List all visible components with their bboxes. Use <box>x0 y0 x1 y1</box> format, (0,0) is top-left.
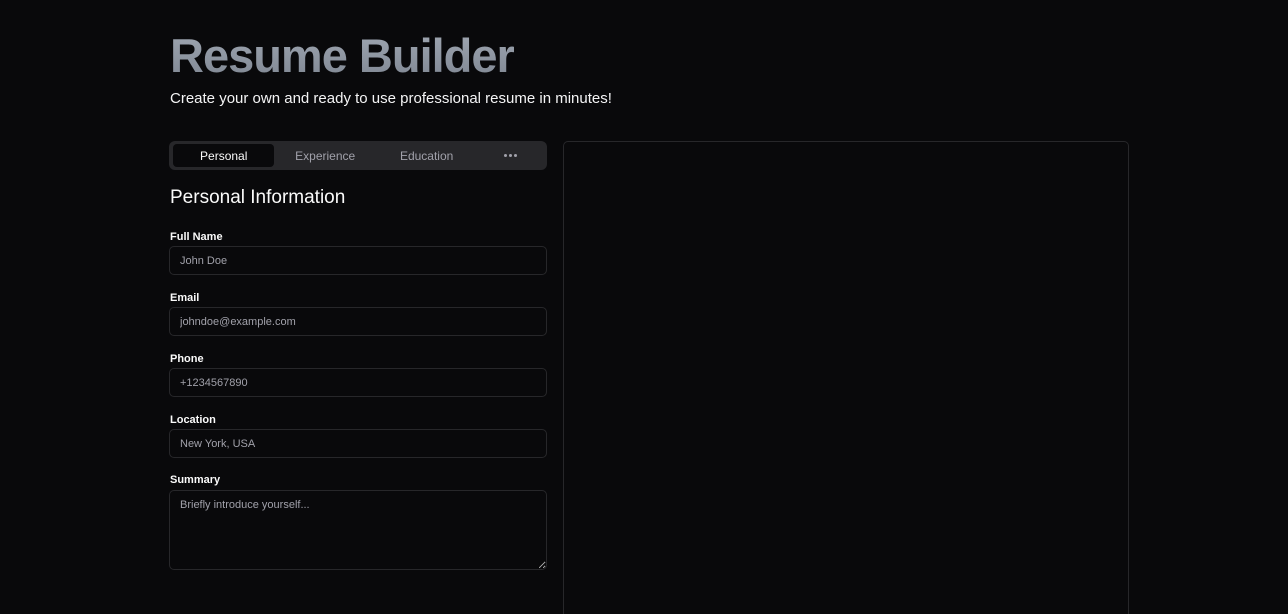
resume-builder-page: Resume Builder Create your own and ready… <box>0 0 1288 614</box>
tab-more[interactable] <box>477 144 543 167</box>
tab-experience[interactable]: Experience <box>274 144 375 167</box>
full-name-input[interactable] <box>169 246 547 275</box>
phone-label: Phone <box>170 353 204 365</box>
section-title: Personal Information <box>170 187 346 208</box>
page-subtitle: Create your own and ready to use profess… <box>170 90 612 107</box>
full-name-label: Full Name <box>170 231 223 243</box>
phone-input[interactable] <box>169 368 547 397</box>
tab-personal[interactable]: Personal <box>173 144 275 167</box>
summary-label: Summary <box>170 474 221 486</box>
section-tabs: Personal Experience Education <box>169 141 547 170</box>
summary-textarea[interactable] <box>169 490 547 570</box>
email-input[interactable] <box>169 307 547 336</box>
resume-preview-panel <box>563 141 1129 614</box>
page-title: Resume Builder <box>170 29 515 82</box>
location-input[interactable] <box>169 429 547 458</box>
tab-education[interactable]: Education <box>376 144 477 167</box>
more-horizontal-icon <box>503 154 517 157</box>
email-label: Email <box>170 292 200 304</box>
location-label: Location <box>170 414 216 426</box>
